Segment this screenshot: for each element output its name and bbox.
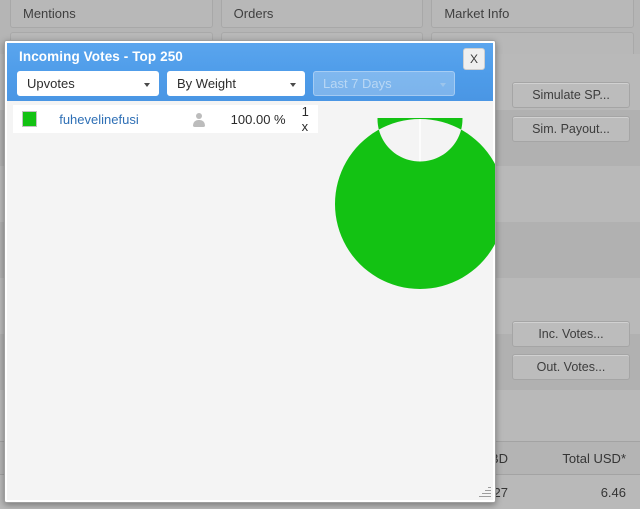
legend-percent: 100.00 % (230, 111, 286, 127)
dialog-title: Incoming Votes - Top 250 (19, 49, 183, 64)
chevron-down-icon (440, 82, 446, 87)
list-item[interactable]: fuhevelinefusi 100.00 % 1 x (13, 104, 318, 134)
chevron-down-icon (144, 82, 150, 87)
panel-header-row: Mentions Orders Market Info (0, 0, 640, 28)
panel-header-label: Mentions (23, 6, 76, 21)
panel-header-market-info[interactable]: Market Info (431, 0, 635, 28)
button-label: Sim. Payout... (532, 122, 610, 136)
period-select: Last 7 Days (313, 71, 455, 96)
panel-header-mentions[interactable]: Mentions (10, 0, 213, 28)
incoming-votes-dialog: Incoming Votes - Top 250 X Upvotes By We… (4, 40, 496, 503)
period-value: Last 7 Days (323, 76, 392, 91)
dialog-titlebar[interactable]: Incoming Votes - Top 250 X Upvotes By We… (5, 41, 495, 101)
panel-header-orders[interactable]: Orders (220, 0, 424, 28)
legend-count: 1 x (301, 104, 309, 134)
legend-color-swatch (22, 111, 38, 127)
dialog-body: fuhevelinefusi 100.00 % 1 x (5, 76, 496, 502)
sort-by-value: By Weight (177, 76, 237, 91)
cell-total-usd: 6.46 (600, 484, 626, 500)
inc-votes-button[interactable]: Inc. Votes... (512, 321, 630, 347)
button-label: Inc. Votes... (538, 327, 604, 341)
chevron-down-icon (290, 82, 296, 87)
button-label: Simulate SP... (532, 88, 610, 102)
vote-type-select[interactable]: Upvotes (17, 71, 159, 96)
close-icon[interactable]: X (463, 48, 485, 70)
user-icon (191, 111, 207, 127)
column-header-total-usd: Total USD* (562, 450, 626, 466)
simulate-sp-button[interactable]: Simulate SP... (512, 82, 630, 108)
sim-payout-button[interactable]: Sim. Payout... (512, 116, 630, 142)
dialog-filter-controls: Upvotes By Weight Last 7 Days (17, 71, 455, 96)
close-label: X (469, 52, 478, 66)
vote-type-value: Upvotes (27, 76, 75, 91)
panel-header-label: Orders (233, 6, 274, 21)
out-votes-button[interactable]: Out. Votes... (512, 354, 630, 380)
sort-by-select[interactable]: By Weight (167, 71, 305, 96)
legend-voter-name[interactable]: fuhevelinefusi (59, 112, 191, 127)
button-label: Out. Votes... (536, 360, 606, 374)
donut-slice[interactable] (335, 76, 496, 289)
resize-grip[interactable] (478, 485, 491, 498)
votes-donut-chart (334, 76, 496, 290)
panel-header-label: Market Info (444, 6, 510, 21)
donut-chart-svg (335, 76, 496, 289)
